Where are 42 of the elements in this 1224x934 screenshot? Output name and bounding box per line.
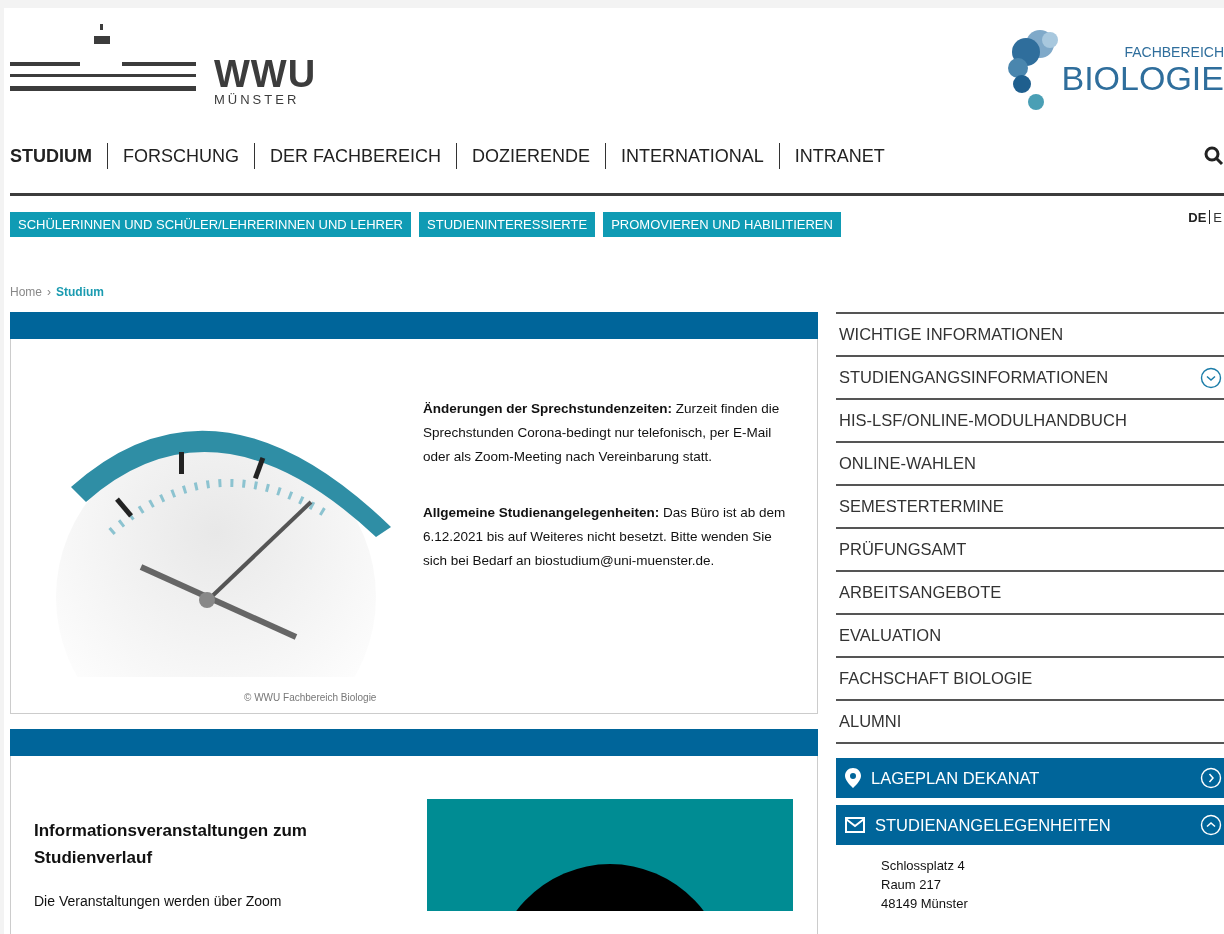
side-menu-item[interactable]: PRÜFUNGSAMT (836, 529, 1224, 572)
side-menu-item[interactable]: EVALUATION (836, 615, 1224, 658)
nav-tab[interactable]: DOZIERENDE (457, 145, 606, 167)
address-line: 48149 Münster (881, 895, 969, 913)
info-box-header[interactable]: STUDIENANGELEGENHEITEN (836, 805, 1224, 845)
info-box-title: STUDIENANGELEGENHEITEN (875, 815, 1112, 835)
address-line: Raum 217 (881, 876, 942, 894)
map-pin-icon (845, 768, 861, 788)
envelope-icon (845, 817, 865, 833)
info-box-title: LAGEPLAN DEKANAT (871, 768, 1041, 788)
side-menu-item[interactable]: FACHSCHAFT BIOLOGIE (836, 658, 1224, 701)
image-credit: © WWU Fachbereich Biologie (244, 692, 377, 703)
event-text: Die Veranstaltungen werden über Zoom (34, 893, 283, 909)
chevron-down-icon[interactable] (1200, 366, 1222, 389)
breadcrumb-separator: › (47, 285, 51, 299)
language-link[interactable]: DE (1188, 209, 1207, 225)
chevron-icon (1200, 767, 1222, 789)
department-label: FACHBEREICH (1124, 44, 1224, 60)
side-menu-item[interactable]: HIS-LSF/ONLINE-MODULHANDBUCH (836, 400, 1224, 443)
notice-paragraph: Allgemeine Studienangelegenheiten: Das Büro ist ab dem 6.12.2021 bis auf Weiteres nicht besetzt. Bitte wenden Sie sich bei Bedarf an biostudium@uni-muenster.de. (423, 504, 787, 570)
search-icon[interactable] (1204, 146, 1224, 166)
department-name: BIOLOGIE (1061, 60, 1224, 96)
nav-tab[interactable]: FORSCHUNG (108, 145, 254, 167)
university-city: MÜNSTER (214, 92, 301, 107)
side-menu-item[interactable]: ALUMNI (836, 701, 1224, 744)
language-link[interactable]: E (1213, 209, 1222, 225)
nav-tab[interactable]: INTERNATIONAL (606, 145, 779, 167)
nav-tab[interactable]: DER FACHBEREICH (255, 145, 457, 167)
side-menu-item[interactable]: WICHTIGE INFORMATIONEN (836, 314, 1224, 357)
university-name: WWU (214, 56, 317, 92)
side-menu-item[interactable]: ARBEITSANGEBOTE (836, 572, 1224, 615)
nav-tab[interactable]: INTRANET (779, 145, 900, 167)
side-menu-item[interactable]: STUDIENGANGSINFORMATIONEN (836, 357, 1224, 400)
side-menu-item[interactable]: SEMESTERTERMINE (836, 486, 1224, 529)
breadcrumb-link[interactable]: Home (10, 285, 42, 299)
info-box-header[interactable]: LAGEPLAN DEKANAT (836, 758, 1224, 798)
nav-tab[interactable]: STUDIUM (10, 145, 107, 167)
chevron-icon (1200, 814, 1222, 836)
address-line: Schlossplatz 4 (881, 857, 966, 875)
side-menu-item[interactable]: ONLINE-WAHLEN (836, 443, 1224, 486)
event-heading: Informationsveranstaltungen zum Studienverlauf (34, 820, 308, 869)
notice-paragraph: Änderungen der Sprechstundenzeiten: Zurzeit finden die Sprechstunden Corona-bedingt nur telefonisch, per E-Mail oder als Zoom-Meeting nach Vereinbarung statt. (423, 400, 781, 466)
